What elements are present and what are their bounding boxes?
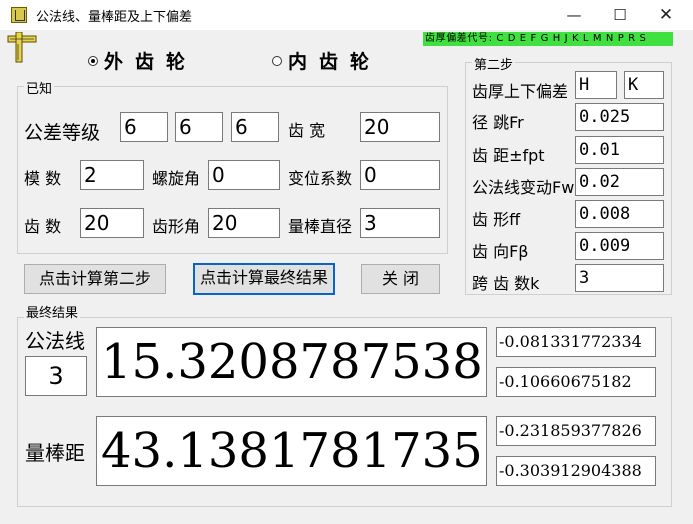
pin-diameter-input[interactable]: 3 bbox=[360, 208, 440, 238]
radial-runout-label: 径 跳Fr bbox=[472, 113, 524, 132]
base-tangent-variation-label: 公法线变动Fw bbox=[472, 178, 575, 197]
compute-final-button[interactable]: 点击计算最终结果 bbox=[193, 263, 335, 295]
window-title: 公法线、量棒距及上下偏差 bbox=[36, 10, 193, 25]
pressure-angle-label: 齿形角 bbox=[152, 217, 201, 236]
title-bar: 公法线、量棒距及上下偏差 — ☐ ✕ bbox=[0, 0, 693, 30]
face-width-label: 齿 宽 bbox=[288, 121, 326, 140]
span-teeth-label: 跨 齿 数k bbox=[472, 274, 540, 293]
radial-runout-input[interactable]: 0.025 bbox=[575, 103, 664, 131]
close-button[interactable]: 关 闭 bbox=[361, 264, 440, 294]
shift-coefficient-input[interactable]: 0 bbox=[360, 160, 440, 190]
base-tangent-lower-deviation: -0.10660675182 bbox=[496, 367, 656, 397]
results-group-title: 最终结果 bbox=[24, 302, 81, 321]
span-teeth-result-field: 3 bbox=[25, 356, 87, 396]
over-pin-distance-value: 43.13817817353 bbox=[96, 416, 487, 486]
over-pin-upper-deviation: -0.231859377826 bbox=[496, 416, 656, 446]
app-icon bbox=[11, 7, 27, 23]
teeth-count-label: 齿 数 bbox=[24, 217, 62, 236]
profile-deviation-label: 齿 形ff bbox=[472, 210, 521, 229]
lower-deviation-code-input[interactable]: K bbox=[624, 71, 664, 99]
base-tangent-upper-deviation: -0.081331772334 bbox=[496, 327, 656, 357]
caliper-icon bbox=[7, 32, 37, 63]
module-label: 模 数 bbox=[24, 169, 62, 188]
base-tangent-variation-input[interactable]: 0.02 bbox=[575, 168, 664, 196]
profile-deviation-input[interactable]: 0.008 bbox=[575, 200, 664, 228]
minimize-button[interactable]: — bbox=[551, 0, 597, 30]
helix-deviation-input[interactable]: 0.009 bbox=[575, 232, 664, 260]
tolerance-grade-input-2[interactable]: 6 bbox=[175, 112, 223, 142]
face-width-input[interactable]: 20 bbox=[360, 112, 440, 142]
tolerance-codes-banner: 齿厚偏差代号: C D E F G H J K L M N P R S bbox=[423, 32, 673, 46]
pitch-deviation-input[interactable]: 0.01 bbox=[575, 136, 664, 164]
external-gear-radio[interactable]: 外齿轮 bbox=[88, 47, 197, 74]
helix-deviation-label: 齿 向Fβ bbox=[472, 242, 529, 261]
pressure-angle-input[interactable]: 20 bbox=[208, 208, 280, 238]
base-tangent-length-value: 15.32087875386 bbox=[96, 327, 487, 397]
tolerance-grade-label: 公差等级 bbox=[24, 122, 101, 144]
compute-step2-button[interactable]: 点击计算第二步 bbox=[24, 264, 166, 294]
pitch-deviation-label: 齿 距±fpt bbox=[472, 146, 545, 165]
external-gear-label: 外齿轮 bbox=[104, 51, 198, 73]
known-group-title: 已知 bbox=[24, 78, 55, 97]
radio-selected-icon bbox=[88, 55, 98, 66]
teeth-count-input[interactable]: 20 bbox=[80, 208, 144, 238]
shift-coefficient-label: 变位系数 bbox=[288, 169, 353, 188]
helix-angle-input[interactable]: 0 bbox=[208, 160, 280, 190]
tolerance-grade-input-3[interactable]: 6 bbox=[231, 112, 279, 142]
close-window-button[interactable]: ✕ bbox=[643, 0, 689, 30]
step2-group-title: 第二步 bbox=[472, 54, 516, 73]
over-pin-distance-label: 量棒距 bbox=[25, 441, 85, 465]
radio-unselected-icon bbox=[272, 55, 282, 66]
internal-gear-radio[interactable]: 内齿轮 bbox=[272, 47, 381, 74]
pin-diameter-label: 量棒直径 bbox=[288, 217, 353, 236]
upper-deviation-code-input[interactable]: H bbox=[575, 71, 617, 99]
span-teeth-input[interactable]: 3 bbox=[575, 264, 664, 292]
internal-gear-label: 内齿轮 bbox=[288, 51, 382, 73]
thickness-deviation-label: 齿厚上下偏差 bbox=[472, 82, 569, 101]
helix-angle-label: 螺旋角 bbox=[152, 169, 201, 188]
main-window: 公法线、量棒距及上下偏差 — ☐ ✕ 齿厚偏差代号: C D E F G H J… bbox=[0, 0, 693, 524]
module-input[interactable]: 2 bbox=[80, 160, 144, 190]
tolerance-grade-input-1[interactable]: 6 bbox=[120, 112, 168, 142]
over-pin-lower-deviation: -0.303912904388 bbox=[496, 456, 656, 486]
base-tangent-length-label: 公法线 bbox=[25, 329, 85, 353]
maximize-button[interactable]: ☐ bbox=[597, 0, 643, 30]
